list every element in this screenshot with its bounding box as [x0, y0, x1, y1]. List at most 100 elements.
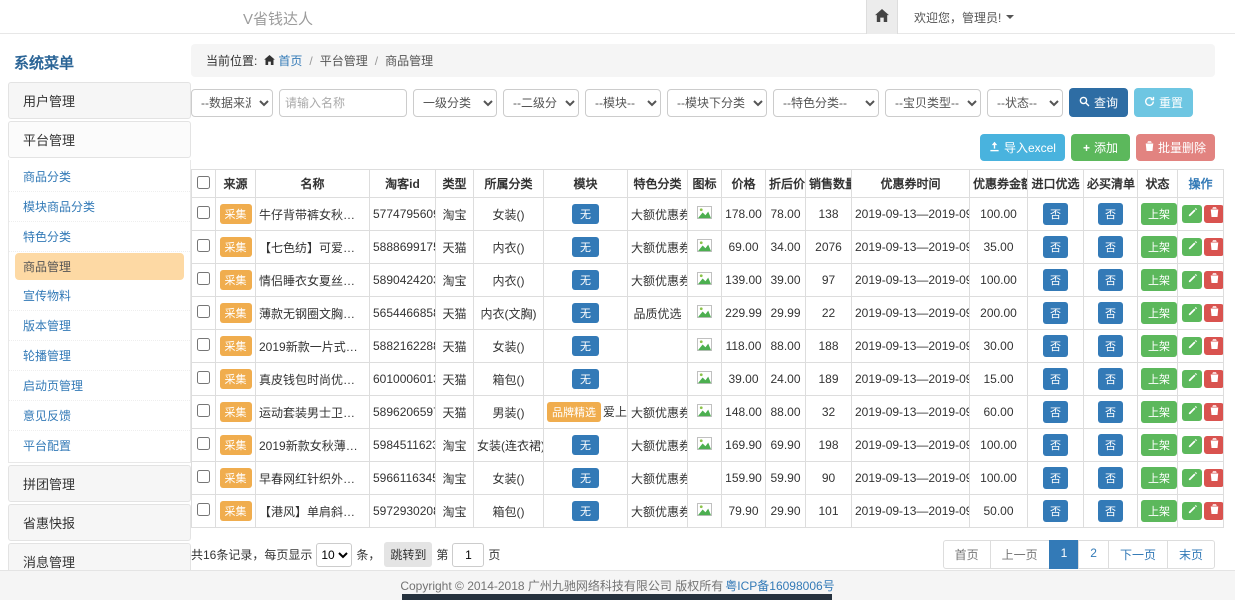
sidebar-group-拼团管理[interactable]: 拼团管理: [8, 465, 191, 502]
status-button[interactable]: 上架: [1141, 434, 1177, 456]
import-select-button[interactable]: 否: [1043, 500, 1068, 522]
row-checkbox[interactable]: [197, 206, 210, 219]
page-button-末页[interactable]: 末页: [1167, 540, 1215, 569]
module-select[interactable]: --模块--: [585, 89, 661, 117]
import-select-button[interactable]: 否: [1043, 236, 1068, 258]
must-buy-button[interactable]: 否: [1098, 335, 1123, 357]
row-checkbox[interactable]: [197, 305, 210, 318]
sidebar-item-模块商品分类[interactable]: 模块商品分类: [9, 192, 190, 222]
edit-button[interactable]: [1182, 205, 1202, 223]
must-buy-button[interactable]: 否: [1098, 368, 1123, 390]
sidebar-item-意见反馈[interactable]: 意见反馈: [9, 401, 190, 431]
level1-category-select[interactable]: 一级分类: [413, 89, 497, 117]
feature-category-select[interactable]: --特色分类--: [773, 89, 879, 117]
import-select-button[interactable]: 否: [1043, 434, 1068, 456]
delete-button[interactable]: [1204, 238, 1224, 256]
add-button[interactable]: + 添加: [1071, 134, 1130, 161]
delete-button[interactable]: [1204, 469, 1224, 487]
sidebar-item-轮播管理[interactable]: 轮播管理: [9, 341, 190, 371]
must-buy-button[interactable]: 否: [1098, 269, 1123, 291]
row-checkbox[interactable]: [197, 338, 210, 351]
must-buy-button[interactable]: 否: [1098, 401, 1123, 423]
delete-button[interactable]: [1204, 370, 1224, 388]
row-checkbox[interactable]: [197, 404, 210, 417]
must-buy-button[interactable]: 否: [1098, 302, 1123, 324]
sidebar-item-特色分类[interactable]: 特色分类: [9, 222, 190, 252]
delete-button[interactable]: [1204, 271, 1224, 289]
import-select-button[interactable]: 否: [1043, 401, 1068, 423]
edit-button[interactable]: [1182, 469, 1202, 487]
sidebar-group-省惠快报[interactable]: 省惠快报: [8, 504, 191, 541]
sidebar-group-用户管理[interactable]: 用户管理: [8, 82, 191, 119]
must-buy-button[interactable]: 否: [1098, 500, 1123, 522]
icp-link[interactable]: 粤ICP备16098006号: [725, 577, 834, 594]
status-button[interactable]: 上架: [1141, 500, 1177, 522]
delete-button[interactable]: [1204, 502, 1224, 520]
import-select-button[interactable]: 否: [1043, 335, 1068, 357]
status-button[interactable]: 上架: [1141, 467, 1177, 489]
item-type-select[interactable]: --宝贝类型--: [885, 89, 981, 117]
delete-button[interactable]: [1204, 337, 1224, 355]
sidebar-group-平台管理[interactable]: 平台管理: [8, 121, 191, 158]
page-button-2[interactable]: 2: [1078, 540, 1109, 569]
status-button[interactable]: 上架: [1141, 335, 1177, 357]
batch-delete-button[interactable]: 批量删除: [1136, 134, 1215, 161]
must-buy-button[interactable]: 否: [1098, 467, 1123, 489]
edit-button[interactable]: [1182, 436, 1202, 454]
row-checkbox[interactable]: [197, 437, 210, 450]
status-button[interactable]: 上架: [1141, 401, 1177, 423]
select-all-checkbox[interactable]: [197, 176, 210, 189]
sidebar-item-商品管理[interactable]: 商品管理: [15, 253, 184, 280]
edit-button[interactable]: [1182, 370, 1202, 388]
sidebar-item-商品分类[interactable]: 商品分类: [9, 162, 190, 192]
status-button[interactable]: 上架: [1141, 302, 1177, 324]
must-buy-button[interactable]: 否: [1098, 434, 1123, 456]
import-select-button[interactable]: 否: [1043, 368, 1068, 390]
edit-button[interactable]: [1182, 238, 1202, 256]
row-checkbox[interactable]: [197, 272, 210, 285]
row-checkbox[interactable]: [197, 503, 210, 516]
module-sub-category-select[interactable]: --模块下分类--: [667, 89, 767, 117]
delete-button[interactable]: [1204, 304, 1224, 322]
import-select-button[interactable]: 否: [1043, 269, 1068, 291]
must-buy-button[interactable]: 否: [1098, 203, 1123, 225]
jump-button[interactable]: 跳转到: [384, 542, 432, 567]
delete-button[interactable]: [1204, 403, 1224, 421]
page-jump-input[interactable]: [452, 543, 484, 567]
per-page-select[interactable]: 10: [316, 543, 352, 567]
status-button[interactable]: 上架: [1141, 368, 1177, 390]
welcome-dropdown[interactable]: 欢迎您，管理员!: [914, 9, 1014, 26]
import-excel-button[interactable]: 导入excel: [980, 134, 1065, 161]
edit-button[interactable]: [1182, 502, 1202, 520]
sidebar-item-启动页管理[interactable]: 启动页管理: [9, 371, 190, 401]
status-button[interactable]: 上架: [1141, 269, 1177, 291]
row-checkbox[interactable]: [197, 239, 210, 252]
import-select-button[interactable]: 否: [1043, 467, 1068, 489]
query-button[interactable]: 查询: [1069, 88, 1128, 117]
sidebar-item-宣传物料[interactable]: 宣传物料: [9, 281, 190, 311]
row-checkbox[interactable]: [197, 470, 210, 483]
edit-button[interactable]: [1182, 403, 1202, 421]
level2-category-select[interactable]: --二级分类--: [503, 89, 579, 117]
edit-button[interactable]: [1182, 337, 1202, 355]
name-input[interactable]: [279, 89, 407, 117]
row-checkbox[interactable]: [197, 371, 210, 384]
sidebar-item-平台配置[interactable]: 平台配置: [9, 431, 190, 460]
edit-button[interactable]: [1182, 271, 1202, 289]
home-button[interactable]: [866, 0, 898, 34]
status-select[interactable]: --状态--: [987, 89, 1063, 117]
reset-button[interactable]: 重置: [1134, 88, 1193, 117]
must-buy-button[interactable]: 否: [1098, 236, 1123, 258]
status-button[interactable]: 上架: [1141, 203, 1177, 225]
data-source-select[interactable]: --数据来源--: [191, 89, 273, 117]
delete-button[interactable]: [1204, 436, 1224, 454]
import-select-button[interactable]: 否: [1043, 302, 1068, 324]
status-button[interactable]: 上架: [1141, 236, 1177, 258]
edit-button[interactable]: [1182, 304, 1202, 322]
sidebar-item-版本管理[interactable]: 版本管理: [9, 311, 190, 341]
import-select-button[interactable]: 否: [1043, 203, 1068, 225]
breadcrumb-home-link[interactable]: 首页: [264, 52, 302, 69]
delete-button[interactable]: [1204, 205, 1224, 223]
page-button-1[interactable]: 1: [1049, 540, 1080, 569]
page-button-下一页[interactable]: 下一页: [1108, 540, 1168, 569]
